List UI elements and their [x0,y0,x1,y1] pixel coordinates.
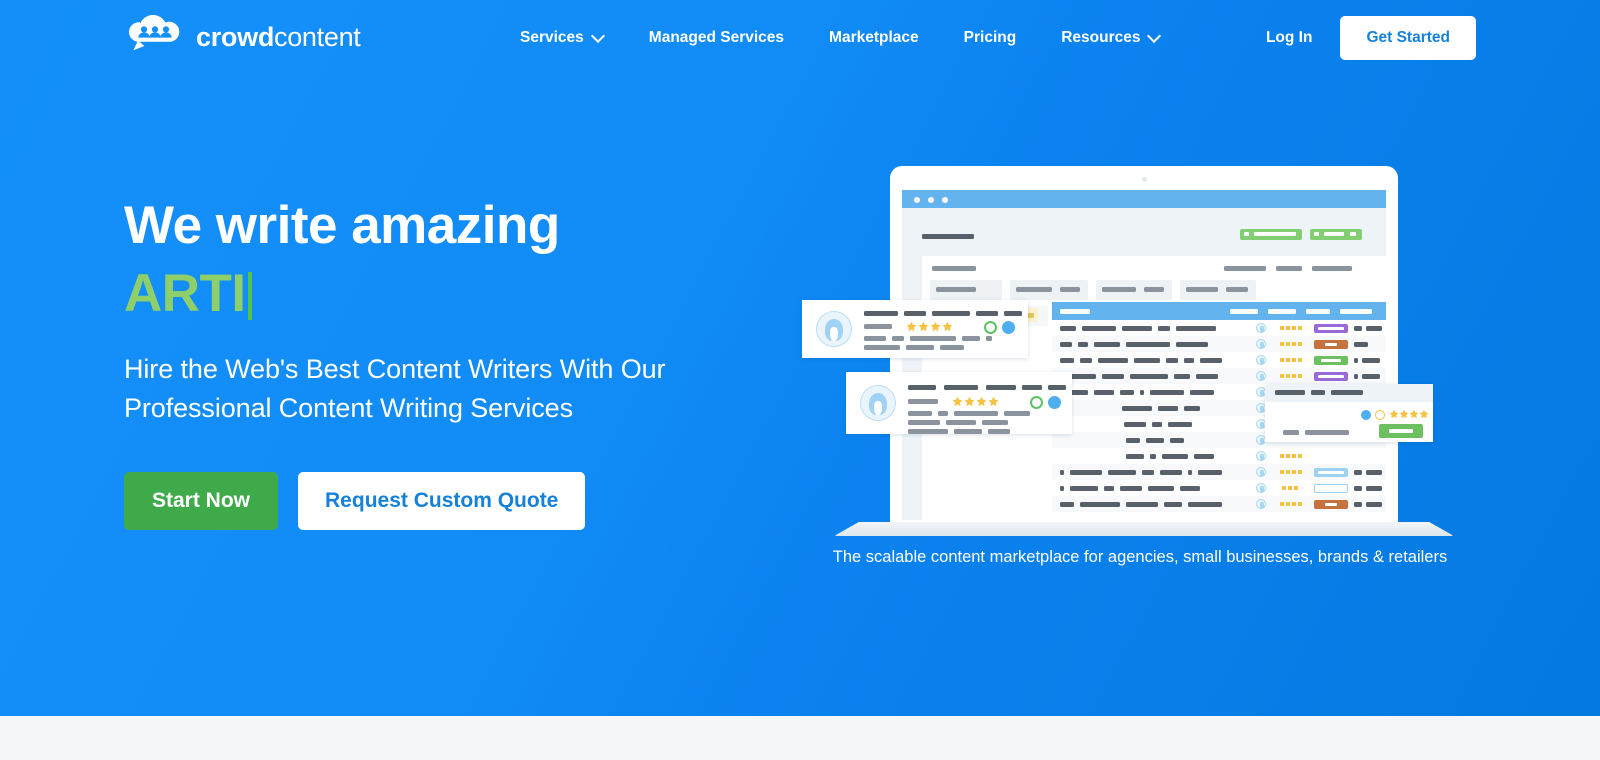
status-badge [1314,356,1348,365]
nav-item-pricing-label: Pricing [963,29,1017,46]
rating-star-icon [906,321,917,332]
approve-action-icon[interactable] [984,321,997,334]
hero-subheading: Hire the Web's Best Content Writers With… [124,353,666,423]
dashboard-action-button[interactable] [1240,229,1302,240]
window-dot-icon [928,196,934,203]
writer-avatar-icon [1256,355,1266,365]
dashboard-action-button[interactable] [1310,229,1362,240]
writer-profile-card[interactable] [846,372,1072,434]
status-badge [1314,372,1348,381]
hero-section: crowdcontent Services Managed Services M… [0,0,1600,716]
nav-item-services[interactable]: Services [520,29,604,47]
rating-star-icon [918,321,929,332]
approve-action-icon[interactable] [1030,396,1043,409]
rating-star-icon [1419,409,1430,420]
rating-star-icon [988,396,999,407]
request-custom-quote-button[interactable]: Request Custom Quote [298,471,586,530]
status-badge [1314,500,1348,509]
quote-pending-icon [1375,410,1385,420]
writer-avatar-icon [1256,339,1266,349]
dashboard-heading-bar [922,234,974,239]
page-title: We write amazing ARTI [124,192,824,328]
nav-item-marketplace[interactable]: Marketplace [829,29,919,47]
laptop-camera-icon [1141,177,1147,182]
writer-avatar-icon [1256,371,1266,381]
writer-avatar-icon [860,385,896,421]
start-now-button[interactable]: Start Now [124,471,279,530]
window-dot-icon [914,196,920,203]
table-header-row [1052,302,1386,320]
status-badge [1314,340,1348,349]
status-badge [1314,324,1348,333]
window-dot-icon [942,196,948,203]
logo-text-crowd: crowd [196,21,275,52]
rating-star-icon [976,396,987,407]
message-action-icon[interactable] [1002,321,1015,334]
nav-item-managed-services-label: Managed Services [648,29,785,46]
hero-cta-group: Start Now Request Custom Quote [124,471,824,530]
chevron-down-icon [593,31,604,42]
writer-avatar-icon [1256,483,1266,493]
quote-accept-button[interactable] [1379,424,1423,438]
nav-links: Services Managed Services Marketplace Pr… [520,0,1160,76]
writer-avatar-icon [1256,323,1266,333]
writer-avatar-icon [1256,499,1266,509]
rating-star-icon [952,396,963,407]
chevron-down-icon [1149,31,1160,42]
status-badge [1314,484,1348,493]
hero-copy: We write amazing ARTI Hire the Web's Bes… [124,192,824,530]
nav-item-services-label: Services [520,29,584,46]
status-badge [1314,468,1348,477]
headline-static-text: We write amazing [124,196,560,255]
brand-logo-text: crowdcontent [196,21,361,53]
rating-star-icon [964,396,975,407]
writer-avatar-icon [1256,467,1266,477]
cloud-people-logo-icon [124,14,188,60]
table-row[interactable] [1052,448,1386,464]
quote-status-icon [1361,410,1371,420]
nav-item-managed-services[interactable]: Managed Services [649,29,784,47]
nav-item-marketplace-label: Marketplace [829,29,919,46]
dashboard-titlebar [902,190,1386,208]
rating-star-icon [942,321,953,332]
laptop-base [834,522,1454,536]
logo-text-content: content [274,21,361,52]
writer-profile-card[interactable] [802,300,1028,358]
nav-item-pricing[interactable]: Pricing [964,29,1017,47]
nav-item-resources-label: Resources [1061,29,1141,46]
quote-summary-card[interactable] [1265,384,1433,442]
typing-caret [247,271,252,320]
writer-avatar-icon [816,311,852,347]
message-action-icon[interactable] [1048,396,1061,409]
writer-avatar-icon [1256,451,1266,461]
get-started-button[interactable]: Get Started [1340,16,1476,60]
laptop-marketplace-dashboard-illustration: The scalable content marketplace for age… [790,150,1490,570]
headline-typed-text: ARTI [124,263,246,323]
brand-logo[interactable]: crowdcontent [124,14,361,60]
rating-star-icon [930,321,941,332]
main-navigation: crowdcontent Services Managed Services M… [0,0,1600,76]
nav-item-resources[interactable]: Resources [1061,29,1160,47]
illustration-caption: The scalable content marketplace for age… [832,548,1448,566]
below-hero-section [0,716,1600,760]
nav-actions: Log In Get Started [1266,0,1476,76]
login-link[interactable]: Log In [1266,29,1313,47]
